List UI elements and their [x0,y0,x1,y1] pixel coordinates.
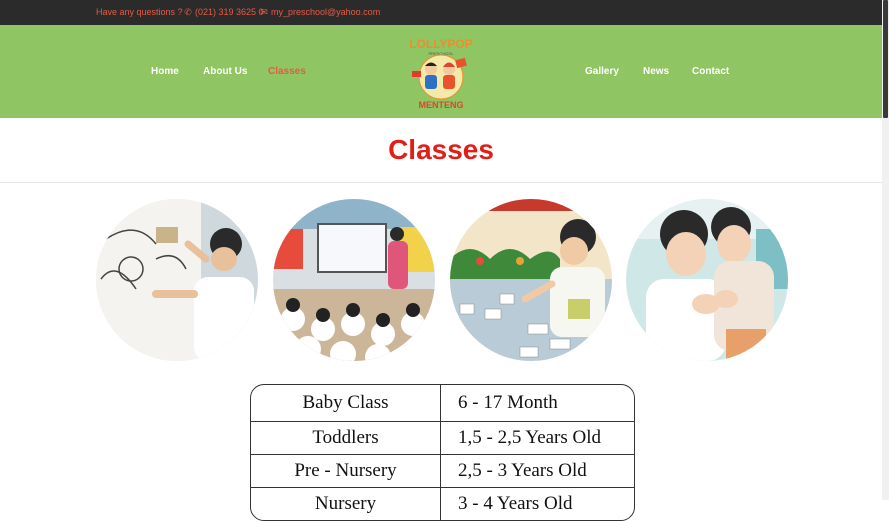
nav-contact[interactable]: Contact [692,25,729,118]
top-info-bar: Have any questions ? ✆ (021) 319 3625 0 ✉… [0,0,882,29]
class-age: 1,5 - 2,5 Years Old [458,427,602,448]
logo-bottom-text: MENTENG [419,100,464,110]
nav-classes[interactable]: Classes [268,25,306,118]
class-age: 6 - 17 Month [458,392,558,413]
photo-two-girls[interactable] [626,199,788,361]
photo-class-teacher[interactable] [273,199,435,361]
email-contact[interactable]: ✉ my_preschool@yahoo.com [259,0,380,25]
class-name: Pre - Nursery [251,455,441,487]
class-age: 3 - 4 Years Old [458,493,573,514]
page-title: Classes [388,134,494,165]
lollypop-logo[interactable]: LOLLYPOP PRESCHOOL MENTENG [398,31,484,113]
photo-child-word-cards[interactable] [450,199,612,361]
class-age: 2,5 - 3 Years Old [458,460,587,481]
main-header: Home About Us Classes LOLLYPOP PRESCHOOL… [0,25,882,118]
table-row: Pre - Nursery 2,5 - 3 Years Old [251,454,634,487]
nav-news[interactable]: News [643,25,669,118]
envelope-icon: ✉ [260,7,268,17]
logo-top-text: LOLLYPOP [409,37,473,51]
phone-number: (021) 319 3625 0 [195,7,264,17]
table-row: Nursery 3 - 4 Years Old [251,487,634,520]
email-address: my_preschool@yahoo.com [271,7,381,17]
phone-icon: ✆ [184,7,192,17]
table-row: Toddlers 1,5 - 2,5 Years Old [251,421,634,454]
questions-text: Have any questions ? [96,7,183,17]
class-name: Toddlers [251,422,441,454]
photo-child-whiteboard[interactable] [96,199,258,361]
nav-home[interactable]: Home [151,25,179,118]
table-row: Baby Class 6 - 17 Month [251,385,634,421]
nav-about-us[interactable]: About Us [203,25,247,118]
phone-contact[interactable]: ✆ (021) 319 3625 0 [183,0,264,25]
class-name: Baby Class [251,385,441,421]
class-name: Nursery [251,488,441,520]
classes-table: Baby Class 6 - 17 Month Toddlers 1,5 - 2… [250,384,635,521]
scrollbar-thumb[interactable] [883,0,888,118]
nav-gallery[interactable]: Gallery [585,25,619,118]
